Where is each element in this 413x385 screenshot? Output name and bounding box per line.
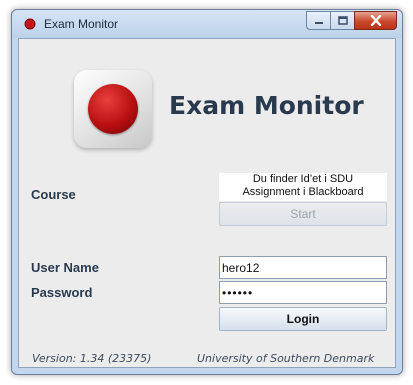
main-panel: Exam Monitor Course Du finder Id’et i SD… [18, 38, 396, 368]
app-window: Exam Monitor Exam Monitor Course Du find… [11, 9, 403, 375]
maximize-icon [337, 16, 348, 25]
start-button[interactable]: Start [219, 202, 387, 226]
password-input[interactable] [219, 281, 387, 304]
course-info-line-2: Assignment i Blackboard [242, 186, 364, 198]
course-info-line-1: Du finder Id’et i SDU [252, 173, 354, 185]
close-button[interactable] [354, 11, 397, 30]
course-info-box: Du finder Id’et i SDU Assignment i Black… [219, 173, 387, 201]
organization-label: University of Southern Denmark [197, 352, 375, 365]
close-icon [370, 15, 381, 26]
title-bar[interactable]: Exam Monitor [12, 10, 402, 38]
course-label: Course [31, 187, 76, 202]
red-dot-icon [24, 18, 36, 30]
maximize-button[interactable] [330, 11, 355, 30]
login-button[interactable]: Login [219, 307, 387, 331]
version-label: Version: 1.34 (23375) [32, 352, 152, 365]
password-label: Password [31, 285, 93, 300]
username-input[interactable] [219, 256, 387, 279]
app-title: Exam Monitor [169, 91, 364, 120]
app-logo [74, 70, 152, 148]
red-dot-icon [88, 84, 138, 134]
window-title: Exam Monitor [44, 17, 119, 31]
minimize-button[interactable] [306, 11, 331, 30]
minimize-icon [314, 21, 323, 24]
username-label: User Name [31, 260, 99, 275]
